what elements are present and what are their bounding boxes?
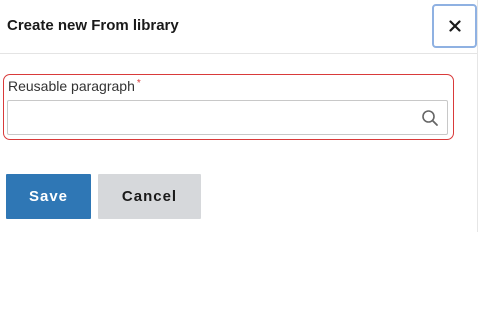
reusable-paragraph-field: Reusable paragraph *: [3, 74, 454, 140]
field-label-text: Reusable paragraph: [8, 78, 135, 94]
save-button[interactable]: Save: [6, 174, 91, 219]
reusable-paragraph-input-box[interactable]: [7, 100, 448, 135]
field-label: Reusable paragraph *: [8, 78, 141, 94]
required-marker: *: [136, 78, 141, 89]
reusable-paragraph-input[interactable]: [8, 101, 413, 134]
search-icon[interactable]: [421, 109, 439, 127]
dialog-border: [477, 0, 478, 232]
close-button[interactable]: [432, 4, 477, 48]
dialog-header: Create new From library: [0, 0, 478, 54]
create-from-library-dialog: Create new From library Reusable paragra…: [0, 0, 478, 232]
close-icon: [448, 20, 461, 32]
dialog-title: Create new From library: [7, 17, 179, 34]
cancel-button[interactable]: Cancel: [98, 174, 201, 219]
